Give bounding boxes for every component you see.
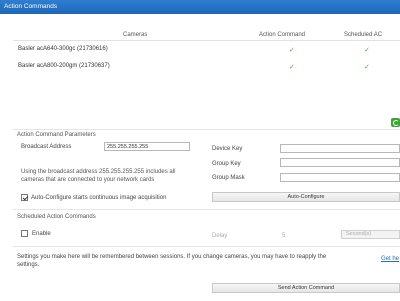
divider: [13, 129, 400, 130]
device-key-label: Device Key: [212, 146, 243, 152]
broadcast-address-input[interactable]: [104, 142, 190, 151]
delay-label: Delay: [212, 233, 228, 239]
auto-configure-checkbox[interactable]: [21, 194, 28, 201]
scheduled-ac-check-icon: ✓: [364, 64, 370, 71]
broadcast-info-text: Using the broadcast address 255.255.255.…: [21, 169, 176, 183]
settings-note: Settings you make here will be remembere…: [17, 254, 327, 268]
refresh-icon[interactable]: [391, 118, 400, 127]
auto-configure-checkbox-label: Auto-Configure starts continuous image a…: [31, 195, 167, 201]
column-header-scheduled-ac: Scheduled AC: [344, 32, 383, 38]
group-key-label: Group Key: [212, 161, 241, 167]
enable-checkbox[interactable]: [21, 230, 28, 237]
send-action-command-button[interactable]: Send Action Command: [212, 283, 400, 293]
group-key-input[interactable]: [280, 158, 400, 167]
table-row[interactable]: Basler acA640-300gc (21730616) ✓ ✓: [13, 44, 400, 55]
group-mask-label: Group Mask: [212, 175, 245, 181]
help-link[interactable]: Get he: [381, 256, 399, 262]
broadcast-address-label: Broadcast Address: [21, 144, 72, 150]
delay-unit-value: Second(s): [346, 231, 372, 237]
delay-value[interactable]: 5: [282, 233, 285, 239]
divider: [13, 246, 400, 247]
scheduled-ac-check-icon: ✓: [364, 47, 370, 54]
group-mask-input[interactable]: [280, 173, 400, 182]
divider: [13, 209, 400, 210]
enable-checkbox-label: Enable: [32, 231, 51, 237]
delay-unit-select[interactable]: Second(s): [341, 230, 400, 239]
device-key-input[interactable]: [280, 144, 400, 153]
camera-name: Basler acA800-200gm (21730637): [18, 63, 110, 69]
section-title-scheduled: Scheduled Action Commands: [17, 214, 96, 220]
action-command-check-icon: ✓: [289, 64, 295, 71]
action-command-check-icon: ✓: [289, 47, 295, 54]
column-header-cameras: Cameras: [123, 32, 148, 38]
table-row[interactable]: Basler acA800-200gm (21730637) ✓ ✓: [13, 61, 400, 72]
camera-table-header: Cameras Action Command Scheduled AC: [13, 29, 400, 41]
window-title: Action Commands: [0, 0, 400, 14]
column-header-action-command: Action Command: [259, 32, 306, 38]
camera-name: Basler acA640-300gc (21730616): [18, 46, 108, 52]
section-title-parameters: Action Command Parameters: [17, 132, 96, 138]
auto-configure-button[interactable]: Auto-Configure: [212, 192, 400, 202]
